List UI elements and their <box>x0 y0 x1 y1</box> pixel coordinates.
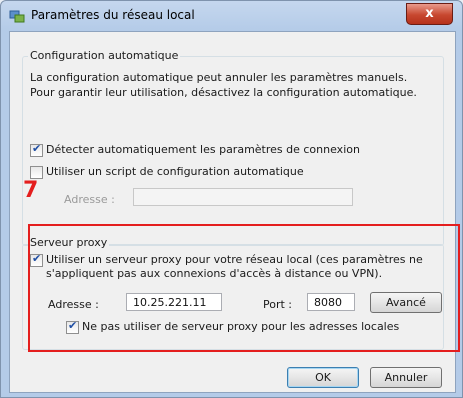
title-bar[interactable]: Paramètres du réseau local x <box>1 1 462 31</box>
script-address-input[interactable] <box>133 188 353 206</box>
detect-settings-label[interactable]: Détecter automatiquement les paramètres … <box>46 143 360 156</box>
script-address-label: Adresse : <box>64 193 115 206</box>
close-button[interactable]: x <box>406 3 453 25</box>
cancel-button[interactable]: Annuler <box>370 367 442 388</box>
ok-button[interactable]: OK <box>287 367 359 388</box>
step-number: 7 <box>23 178 39 203</box>
detect-settings-checkbox[interactable] <box>30 142 43 157</box>
auto-script-label[interactable]: Utiliser un script de configuration auto… <box>46 165 304 178</box>
auto-config-description: La configuration automatique peut annule… <box>30 71 417 99</box>
window-title: Paramètres du réseau local <box>31 8 195 22</box>
network-settings-icon <box>9 10 25 23</box>
proxy-highlight-box <box>28 224 460 352</box>
auto-config-legend: Configuration automatique <box>28 49 181 62</box>
